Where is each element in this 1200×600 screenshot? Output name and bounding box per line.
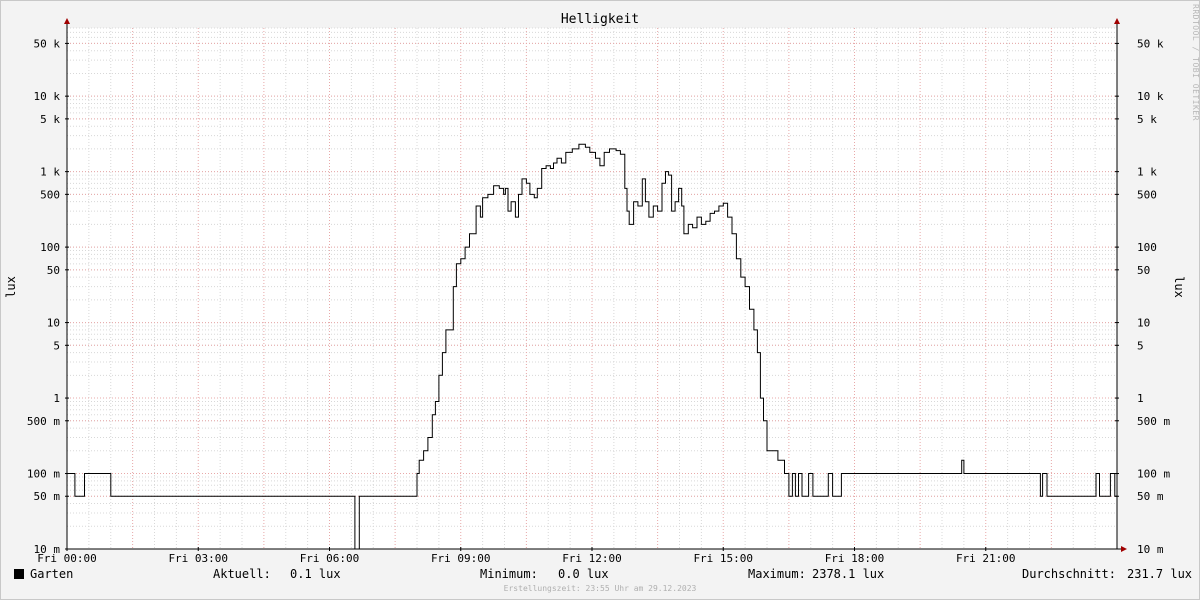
watermark: RRDTOOL / TOBI OETIKER xyxy=(1191,4,1200,121)
y-tick-label-right: 50 k xyxy=(1137,37,1164,50)
legend-maximum-label: Maximum: xyxy=(748,567,806,581)
y-tick-label-right: 10 k xyxy=(1137,90,1164,103)
y-tick-label-right: 10 xyxy=(1137,317,1150,330)
y-tick-label-right: 500 m xyxy=(1137,415,1170,428)
x-tick-label: Fri 06:00 xyxy=(300,552,360,565)
y-axis-arrow-left xyxy=(64,18,70,24)
y-tick-label-left: 1 k xyxy=(40,166,60,179)
x-tick-label: Fri 15:00 xyxy=(693,552,753,565)
legend-maximum-value: 2378.1 lux xyxy=(812,567,885,581)
y-tick-label-left: 100 m xyxy=(27,468,60,481)
y-tick-label-left: 10 xyxy=(47,317,60,330)
y-tick-label-right: 100 m xyxy=(1137,468,1170,481)
y-axis-label-left: lux xyxy=(4,276,18,298)
x-axis-arrow xyxy=(1121,546,1127,552)
grid-lines xyxy=(67,27,1117,550)
y-tick-label-right: 1 xyxy=(1137,392,1144,405)
legend-aktuell-label: Aktuell: xyxy=(213,567,271,581)
y-tick-label-right: 50 m xyxy=(1137,490,1164,503)
y-tick-label-right: 50 xyxy=(1137,264,1150,277)
y-axis-arrow-right xyxy=(1114,18,1120,24)
legend-minimum-value: 0.0 lux xyxy=(558,567,609,581)
y-tick-label-right: 100 xyxy=(1137,241,1157,254)
legend-minimum-label: Minimum: xyxy=(480,567,538,581)
legend-series-name: Garten xyxy=(30,567,74,581)
legend-durchschnitt-label: Durchschnitt: xyxy=(1022,567,1116,581)
chart-title: Helligkeit xyxy=(561,12,639,27)
y-tick-label-right: 5 xyxy=(1137,339,1144,352)
x-tick-label: Fri 21:00 xyxy=(956,552,1016,565)
y-tick-label-right: 1 k xyxy=(1137,166,1157,179)
y-tick-label-right: 5 k xyxy=(1137,113,1157,126)
x-tick-label: Fri 03:00 xyxy=(168,552,228,565)
y-tick-label-left: 500 m xyxy=(27,415,60,428)
footer-timestamp: Erstellungszeit: 23:55 Uhr am 29.12.2023 xyxy=(503,584,697,593)
y-tick-label-right: 10 m xyxy=(1137,543,1164,556)
y-tick-label-left: 50 xyxy=(47,264,60,277)
y-tick-label-left: 5 k xyxy=(40,113,60,126)
y-tick-label-left: 100 xyxy=(40,241,60,254)
legend-swatch xyxy=(14,569,24,579)
legend-aktuell-value: 0.1 lux xyxy=(290,567,341,581)
x-tick-label: Fri 18:00 xyxy=(825,552,885,565)
y-tick-label-left: 50 k xyxy=(34,37,61,50)
y-axis-label-right: lux xyxy=(1172,276,1186,298)
y-tick-label-left: 1 xyxy=(53,392,60,405)
y-tick-label-right: 500 xyxy=(1137,188,1157,201)
legend-durchschnitt-value: 231.7 lux xyxy=(1127,567,1193,581)
y-tick-label-left: 50 m xyxy=(34,490,61,503)
x-tick-label: Fri 09:00 xyxy=(431,552,491,565)
chart: Helligkeit lux lux 50 k 50 k 10 k 10 k 5 k 5 … xyxy=(4,12,1186,565)
y-tick-label-left: 500 xyxy=(40,188,60,201)
y-tick-label-left: 5 xyxy=(53,339,60,352)
x-tick-label: Fri 00:00 xyxy=(37,552,97,565)
y-tick-label-left: 10 k xyxy=(34,90,61,103)
x-tick-label: Fri 12:00 xyxy=(562,552,622,565)
